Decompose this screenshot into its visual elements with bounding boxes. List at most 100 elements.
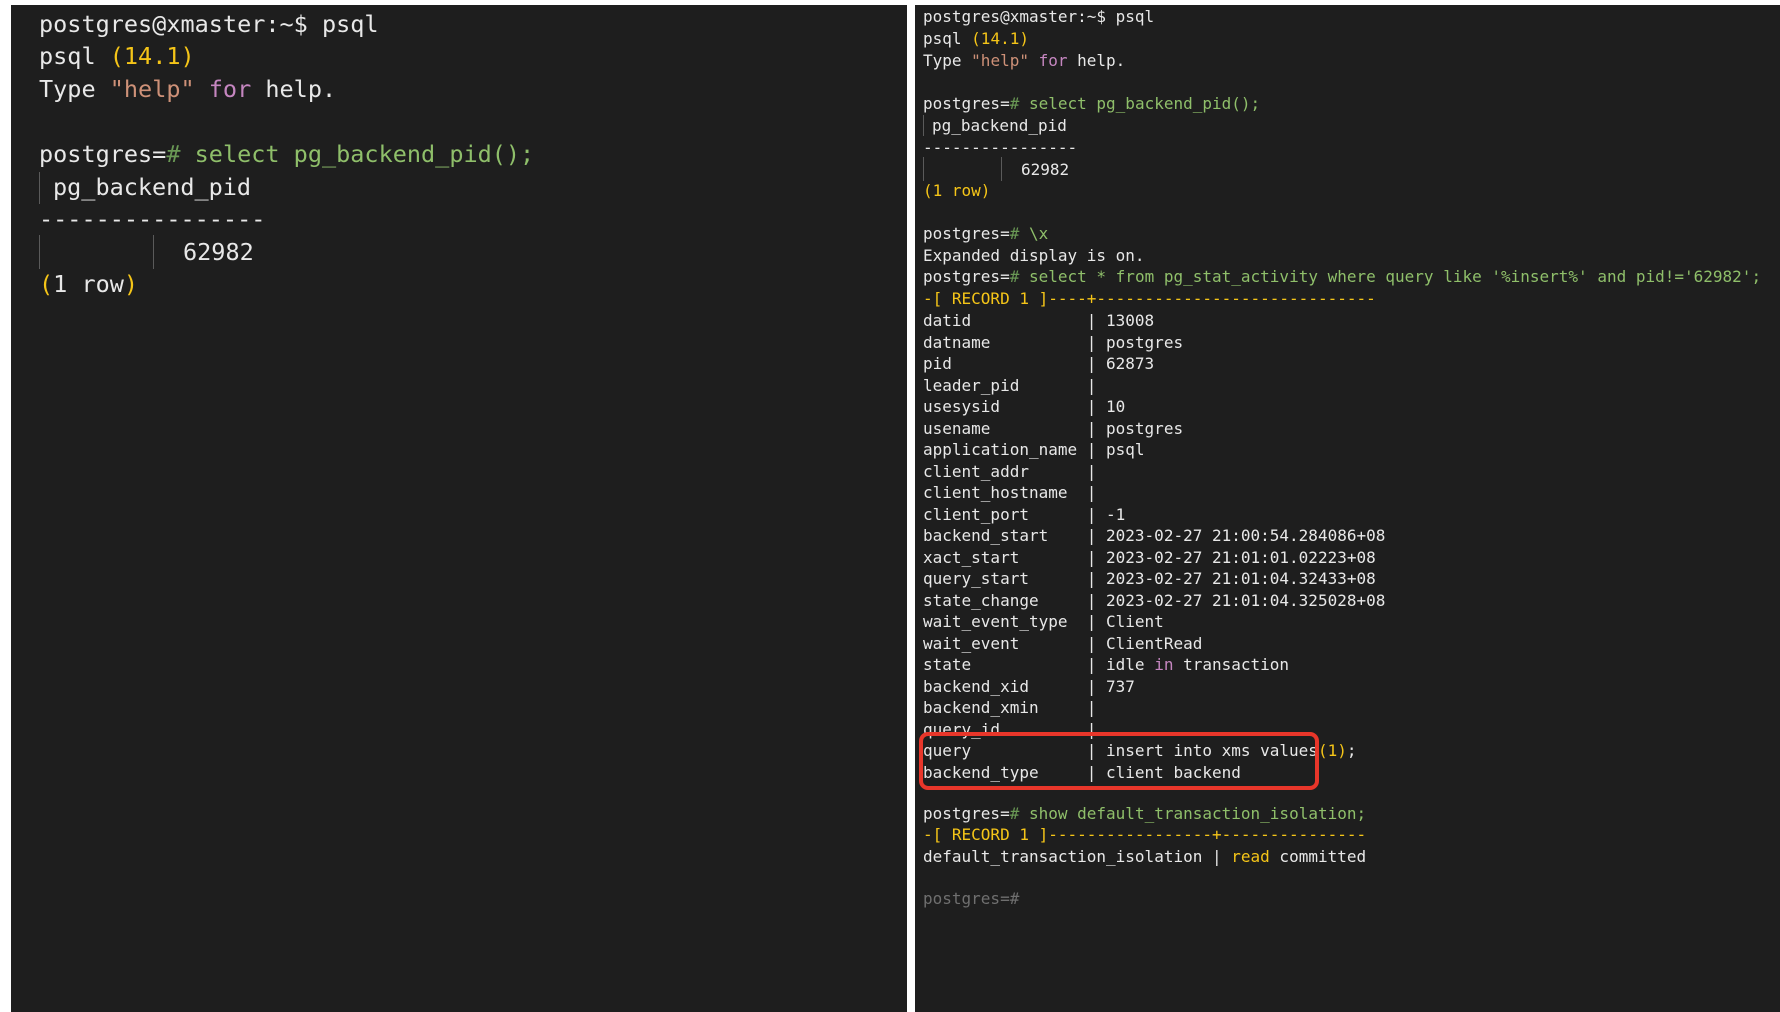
record-value: 13008	[1106, 311, 1155, 330]
psql-prompt: postgres=	[923, 94, 1010, 113]
psql-prompt: postgres=	[923, 804, 1010, 823]
record-row: usename | postgres	[923, 418, 1184, 438]
record-row: backend_xmin |	[923, 700, 1106, 716]
isolation-read: read	[1231, 847, 1270, 866]
record-key: leader_pid	[923, 375, 1020, 395]
prompt-hash: #	[1009, 804, 1020, 823]
state-idle: idle	[1106, 655, 1155, 674]
row-count: 1 row	[53, 270, 124, 298]
record-row: datid | 13008	[923, 313, 1154, 329]
record-value: 2023-02-27 21:01:04.325028+08	[1106, 590, 1386, 610]
prompt-hash: #	[166, 140, 181, 168]
cell-divider-left	[39, 235, 40, 269]
record-value: 2023-02-27 21:01:01.02223+08	[1106, 547, 1376, 567]
record-row: pid | 62873	[923, 356, 1154, 372]
help-rest-text: help.	[1067, 51, 1126, 70]
statement-terminator: ;	[1346, 741, 1357, 760]
result-column-header: pg_backend_pid	[53, 173, 252, 201]
record-value: postgres	[1106, 332, 1184, 352]
record-key: state_change	[923, 590, 1039, 610]
sql-query: select pg_backend_pid();	[1019, 94, 1261, 113]
field-separator: |	[1086, 461, 1107, 481]
field-separator: |	[1202, 847, 1232, 866]
prompt-hash: #	[1009, 94, 1020, 113]
psql-label: psql	[923, 29, 972, 48]
psql-version-line: psql (14.1)	[39, 42, 195, 70]
record-row: client_port | -1	[923, 504, 1126, 524]
field-separator: |	[1086, 418, 1107, 438]
help-keyword: "help"	[109, 75, 195, 103]
record-key: client_addr	[923, 461, 1029, 481]
row-count-line: (1 row)	[39, 270, 139, 298]
record-key: client_hostname	[923, 483, 1068, 502]
record-header: -[ RECORD 1 ]-----------------+---------…	[923, 825, 1367, 844]
record-key: usename	[923, 418, 991, 438]
field-separator: |	[1086, 655, 1107, 674]
record-key: backend_xmin	[923, 698, 1039, 717]
help-rest-text: help.	[251, 75, 337, 103]
help-for-keyword: for	[1028, 51, 1068, 70]
record-value: 2023-02-27 21:00:54.284086+08	[1106, 526, 1386, 545]
shell-prompt: postgres@xmaster:~$ psql	[923, 7, 1155, 26]
expanded-display-message: Expanded display is on.	[923, 246, 1145, 265]
record-key: application_name	[923, 440, 1078, 459]
terminal-pane-right[interactable]: postgres@xmaster:~$ psql psql (14.1) Typ…	[915, 5, 1780, 1012]
terminal-pane-left[interactable]: postgres@xmaster:~$ psql psql (14.1) Typ…	[11, 5, 907, 1012]
record-value: 10	[1106, 397, 1126, 416]
field-separator: |	[1086, 590, 1107, 610]
record-key: state	[923, 655, 972, 674]
cell-divider-right	[153, 235, 154, 269]
record-value: postgres	[1106, 418, 1184, 438]
help-type-text: Type	[923, 51, 972, 70]
sql-query: show default_transaction_isolation;	[1019, 804, 1367, 823]
record-value: -1	[1106, 504, 1126, 524]
meta-command: \x	[1019, 224, 1049, 243]
result-value: 62982	[1021, 160, 1070, 179]
state-in-keyword: in	[1154, 655, 1174, 674]
highlight-box	[919, 732, 1319, 790]
record-row: query_start | 2023-02-27 21:01:04.32433+0…	[923, 571, 1376, 587]
record-value: psql	[1106, 440, 1145, 459]
record-row: wait_event_type | Client	[923, 614, 1164, 630]
field-separator: |	[1086, 483, 1107, 502]
psql-version: (14.1)	[971, 29, 1029, 48]
last-prompt: postgres=#	[923, 889, 1020, 908]
psql-label: psql	[39, 42, 110, 70]
record-header: -[ RECORD 1 ]----+----------------------…	[923, 289, 1376, 308]
record-key: backend_start	[923, 526, 1049, 545]
result-value: 62982	[183, 238, 254, 266]
query-line: postgres=# select * from pg_stat_activit…	[923, 269, 1761, 285]
record-row: application_name | psql	[923, 442, 1145, 458]
column-divider	[923, 115, 924, 136]
record-key: xact_start	[923, 547, 1020, 567]
help-keyword: "help"	[971, 51, 1029, 70]
field-separator: |	[1086, 440, 1107, 459]
record-value: 62873	[1106, 354, 1155, 373]
record-row: state_change | 2023-02-27 21:01:04.325028…	[923, 590, 1386, 610]
shell-prompt: postgres@xmaster:~$ psql	[39, 10, 379, 38]
record-row: datname | postgres	[923, 332, 1184, 352]
query-line: postgres=# show default_transaction_isol…	[923, 806, 1366, 822]
record-key: datname	[923, 332, 991, 352]
sql-query: select * from pg_stat_activity where que…	[1019, 267, 1762, 286]
state-transaction: transaction	[1173, 655, 1290, 674]
record-row: leader_pid |	[923, 375, 1107, 395]
record-key: backend_xid	[923, 676, 1029, 696]
help-for-keyword: for	[194, 75, 252, 103]
column-divider	[39, 172, 40, 204]
prompt-hash: #	[1009, 267, 1020, 286]
record-row: usesysid | 10	[923, 399, 1125, 415]
query-line: postgres=# select pg_backend_pid();	[923, 96, 1260, 112]
psql-prompt: postgres=	[39, 140, 167, 168]
help-hint-line: Type "help" for help.	[39, 75, 337, 103]
paren-open: (	[39, 270, 54, 298]
paren-close: )	[123, 270, 139, 298]
insert-args: (1)	[1317, 741, 1347, 760]
query-line: postgres=# select pg_backend_pid();	[39, 140, 534, 168]
field-separator: |	[1086, 311, 1107, 330]
field-separator: |	[1086, 375, 1107, 395]
field-separator: |	[1086, 569, 1107, 588]
result-separator: ----------------	[39, 205, 266, 233]
field-separator: |	[1086, 676, 1107, 696]
psql-prompt: postgres=	[923, 224, 1010, 243]
